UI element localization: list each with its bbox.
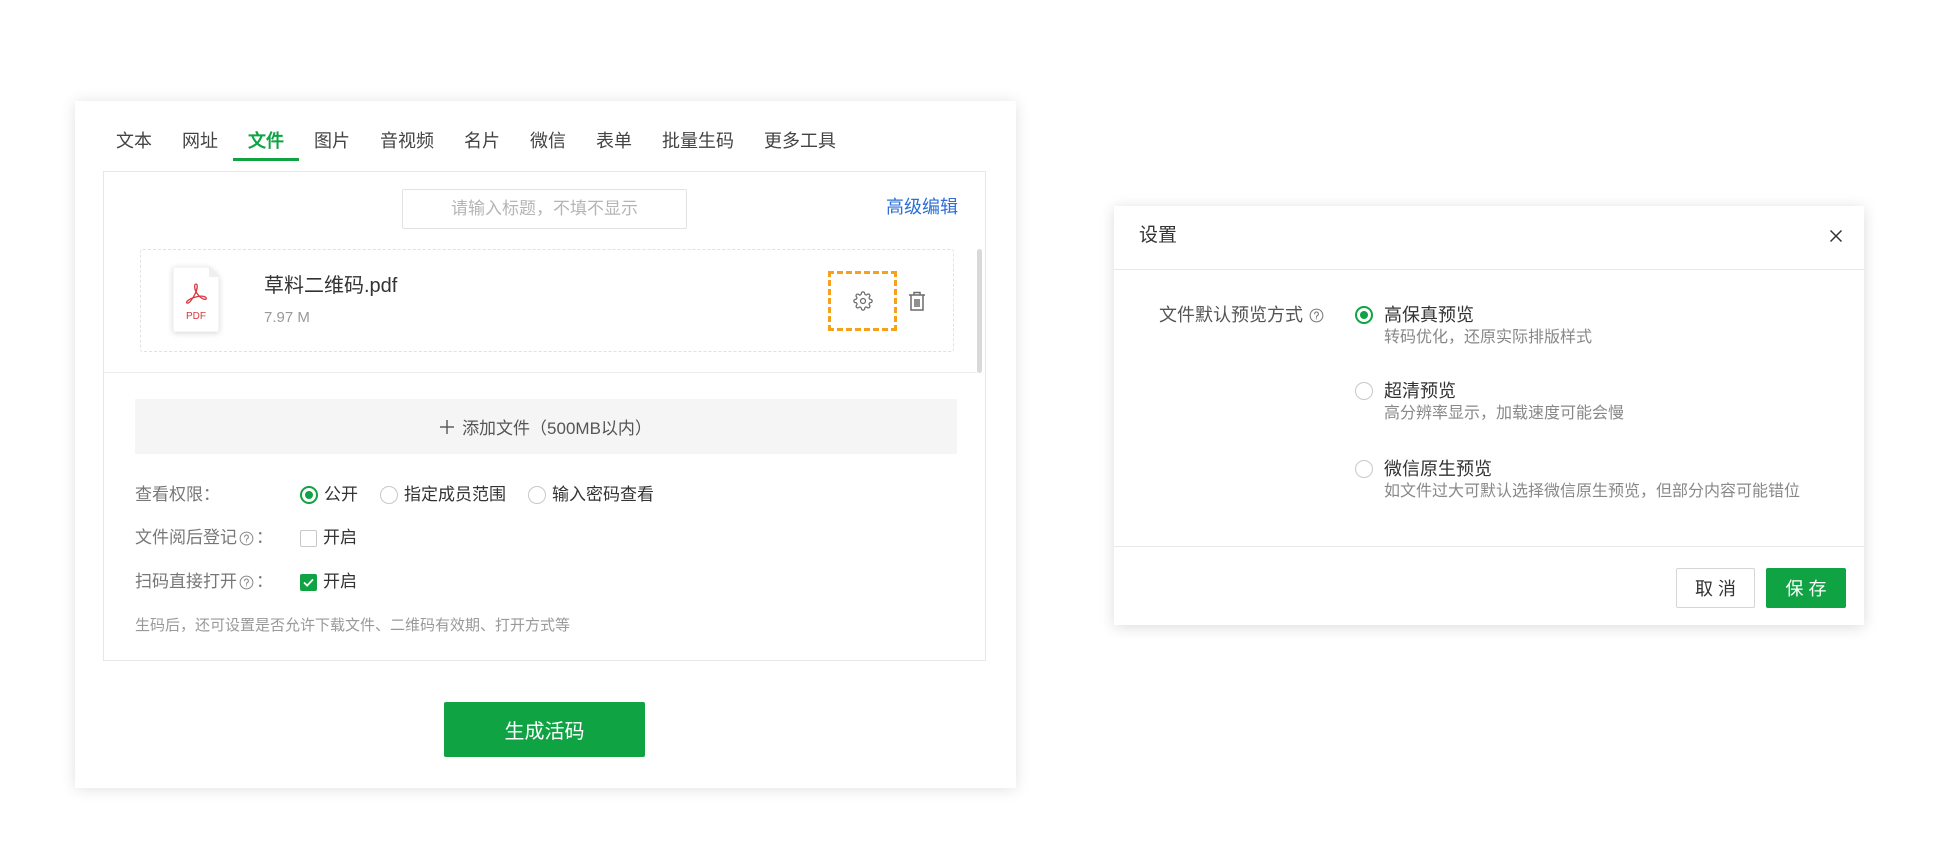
checkbox[interactable]	[300, 529, 317, 547]
tab-wechat[interactable]: 微信	[515, 123, 581, 161]
read-register-label-text: 文件阅后登记	[135, 528, 237, 547]
direct-open-toggle[interactable]: 开启	[300, 570, 357, 594]
preview-option-label: 超清预览	[1384, 381, 1456, 401]
file-list-area: 高级编辑 PDF 草料二维码.pdf 7.97 M	[104, 172, 977, 373]
checkbox-label: 开启	[323, 528, 357, 547]
file-name: 草料二维码.pdf	[264, 275, 398, 297]
question-circle-icon[interactable]	[239, 575, 254, 590]
preview-option-row[interactable]: 高保真预览	[1355, 303, 1835, 327]
title-input[interactable]	[402, 189, 687, 229]
preview-option-desc: 转码优化，还原实际排版样式	[1384, 329, 1593, 346]
pdf-file-icon: PDF	[173, 267, 219, 332]
preview-mode-label-text: 文件默认预览方式	[1159, 305, 1303, 325]
advanced-edit-link[interactable]: 高级编辑	[886, 195, 958, 219]
direct-open-colon: ：	[256, 572, 273, 591]
dialog-title: 设置	[1139, 225, 1178, 246]
read-register-colon: ：	[256, 528, 273, 547]
preview-option-high-fidelity: 高保真预览 转码优化，还原实际排版样式	[1355, 303, 1835, 349]
preview-option-label: 高保真预览	[1384, 305, 1474, 325]
checkbox[interactable]	[300, 573, 317, 591]
permission-option-members[interactable]: 指定成员范围	[380, 483, 506, 507]
gear-icon	[852, 291, 873, 311]
preview-option-wechat-native: 微信原生预览 如文件过大可默认选择微信原生预览，但部分内容可能错位	[1355, 457, 1835, 503]
close-icon	[1829, 229, 1843, 243]
radio-button[interactable]	[300, 486, 318, 504]
tab-file[interactable]: 文件	[233, 123, 299, 161]
read-register-label: 文件阅后登记 ：	[135, 526, 273, 550]
preview-option-ultra-hd: 超清预览 高分辨率显示，加载速度可能会慢	[1355, 379, 1835, 425]
preview-option-desc: 如文件过大可默认选择微信原生预览，但部分内容可能错位	[1384, 483, 1801, 500]
settings-hint: 生码后，还可设置是否允许下载文件、二维码有效期、打开方式等	[135, 617, 571, 634]
add-file-button[interactable]: 添加文件（500MB以内）	[135, 399, 957, 454]
radio-button[interactable]	[380, 486, 398, 504]
tab-more-tools[interactable]: 更多工具	[749, 123, 851, 161]
tab-bar: 文本 网址 文件 图片 音视频 名片 微信 表单 批量生码 更多工具	[101, 123, 851, 161]
trash-icon	[909, 291, 925, 311]
radio-button[interactable]	[528, 486, 546, 504]
tab-form[interactable]: 表单	[581, 123, 647, 161]
question-circle-icon[interactable]	[1309, 308, 1324, 323]
tab-business-card[interactable]: 名片	[449, 123, 515, 161]
tab-text[interactable]: 文本	[101, 123, 167, 161]
view-permission-row: 查看权限： 公开 指定成员范围 输入密码查看	[135, 483, 957, 507]
radio-button[interactable]	[1355, 382, 1373, 400]
scrollbar-thumb[interactable]	[977, 249, 982, 373]
radio-button[interactable]	[1355, 460, 1373, 478]
tab-image[interactable]: 图片	[299, 123, 365, 161]
read-register-options: 开启	[300, 526, 357, 550]
permission-option-password[interactable]: 输入密码查看	[528, 483, 654, 507]
check-icon	[303, 578, 314, 587]
direct-open-options: 开启	[300, 570, 357, 594]
direct-open-row: 扫码直接打开 ： 开启	[135, 570, 957, 594]
settings-dialog: 设置 文件默认预览方式 高保真预览 转码优化，还原实际排版样式 超清预览 高分辨…	[1114, 206, 1864, 625]
direct-open-label: 扫码直接打开 ：	[135, 570, 273, 594]
cancel-button[interactable]: 取 消	[1676, 568, 1755, 608]
dialog-close-button[interactable]	[1828, 228, 1844, 244]
dialog-header: 设置	[1114, 206, 1864, 270]
preview-option-row[interactable]: 微信原生预览	[1355, 457, 1835, 481]
radio-label: 输入密码查看	[552, 485, 654, 504]
radio-label: 指定成员范围	[404, 485, 506, 504]
view-permission-label: 查看权限：	[135, 485, 220, 504]
tab-batch-generate[interactable]: 批量生码	[647, 123, 749, 161]
preview-option-desc: 高分辨率显示，加载速度可能会慢	[1384, 405, 1625, 422]
preview-option-row[interactable]: 超清预览	[1355, 379, 1835, 403]
delete-file-button[interactable]	[907, 290, 927, 312]
tab-url[interactable]: 网址	[167, 123, 233, 161]
plus-icon	[440, 419, 455, 434]
dialog-footer-divider	[1114, 546, 1864, 547]
preview-option-label: 微信原生预览	[1384, 459, 1492, 479]
read-register-row: 文件阅后登记 ： 开启	[135, 526, 957, 550]
permission-option-public[interactable]: 公开	[300, 483, 358, 507]
generate-code-button[interactable]: 生成活码	[444, 702, 645, 757]
view-permission-options: 公开 指定成员范围 输入密码查看	[300, 483, 676, 507]
preview-mode-label: 文件默认预览方式	[1159, 303, 1326, 327]
file-item: PDF 草料二维码.pdf 7.97 M	[140, 249, 954, 352]
file-editor-content: 高级编辑 PDF 草料二维码.pdf 7.97 M	[103, 171, 986, 661]
file-settings-button[interactable]	[828, 271, 897, 331]
direct-open-label-text: 扫码直接打开	[135, 572, 237, 591]
tab-audio-video[interactable]: 音视频	[365, 123, 449, 161]
file-size: 7.97 M	[264, 309, 310, 326]
read-register-toggle[interactable]: 开启	[300, 526, 357, 550]
save-button[interactable]: 保 存	[1766, 568, 1846, 608]
radio-button[interactable]	[1355, 306, 1373, 324]
qr-editor-panel: 文本 网址 文件 图片 音视频 名片 微信 表单 批量生码 更多工具 高级编辑 …	[75, 101, 1016, 788]
pdf-type-label: PDF	[186, 311, 206, 322]
question-circle-icon[interactable]	[239, 531, 254, 546]
checkbox-label: 开启	[323, 572, 357, 591]
radio-label: 公开	[324, 485, 358, 504]
add-file-label: 添加文件（500MB以内）	[462, 419, 652, 438]
